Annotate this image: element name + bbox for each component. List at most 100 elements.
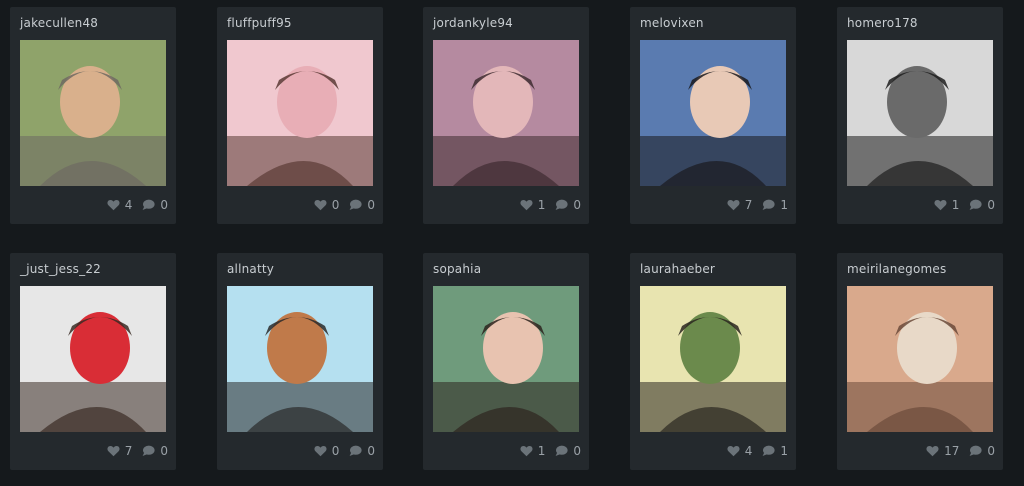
comment-count: 0 <box>160 198 168 212</box>
post-card[interactable]: melovixen 7 1 <box>630 7 796 224</box>
comment-button[interactable]: 0 <box>349 444 375 458</box>
comment-bubble-icon <box>555 445 568 456</box>
post-card[interactable]: allnatty 0 0 <box>217 253 383 470</box>
like-count: 7 <box>124 444 133 458</box>
username-link[interactable]: fluffpuff95 <box>227 16 292 30</box>
post-stats: 10 <box>514 198 581 212</box>
like-count: 17 <box>944 444 960 458</box>
like-count: 1 <box>537 444 546 458</box>
photo-image <box>640 40 786 186</box>
like-count: 1 <box>537 198 546 212</box>
photo-image <box>20 286 166 432</box>
comment-button[interactable]: 0 <box>969 444 995 458</box>
username-link[interactable]: homero178 <box>847 16 918 30</box>
photo-image <box>433 40 579 186</box>
post-photo[interactable] <box>433 40 579 186</box>
like-count: 1 <box>951 198 960 212</box>
post-stats: 41 <box>721 444 788 458</box>
like-button[interactable]: 4 <box>727 444 753 458</box>
heart-icon <box>926 445 939 457</box>
comment-count: 0 <box>573 444 581 458</box>
like-button[interactable]: 4 <box>107 198 132 212</box>
like-button[interactable]: 17 <box>926 444 959 458</box>
photo-image <box>640 286 786 432</box>
comment-button[interactable]: 0 <box>969 198 995 212</box>
post-photo[interactable] <box>847 40 993 186</box>
post-stats: 70 <box>101 444 168 458</box>
comment-count: 0 <box>160 444 168 458</box>
comment-bubble-icon <box>555 199 568 210</box>
post-photo[interactable] <box>20 40 166 186</box>
post-card[interactable]: laurahaeber 4 1 <box>630 253 796 470</box>
post-stats: 00 <box>308 198 375 212</box>
post-stats: 10 <box>928 198 995 212</box>
username-link[interactable]: laurahaeber <box>640 262 715 276</box>
username-link[interactable]: jordankyle94 <box>433 16 513 30</box>
username-link[interactable]: meirilanegomes <box>847 262 946 276</box>
comment-bubble-icon <box>142 199 155 210</box>
like-button[interactable]: 7 <box>727 198 753 212</box>
post-card[interactable]: meirilanegomes 17 0 <box>837 253 1003 470</box>
heart-icon <box>107 445 120 457</box>
username-link[interactable]: _just_jess_22 <box>20 262 101 276</box>
heart-icon <box>107 199 120 211</box>
post-card[interactable]: fluffpuff95 0 0 <box>217 7 383 224</box>
username-link[interactable]: melovixen <box>640 16 704 30</box>
comment-count: 0 <box>367 198 375 212</box>
like-count: 0 <box>331 444 340 458</box>
post-photo[interactable] <box>227 40 373 186</box>
comment-button[interactable]: 1 <box>762 198 788 212</box>
post-stats: 71 <box>721 198 788 212</box>
like-button[interactable]: 1 <box>520 444 546 458</box>
photo-image <box>847 40 993 186</box>
like-button[interactable]: 1 <box>520 198 546 212</box>
comment-bubble-icon <box>349 199 362 210</box>
comment-count: 0 <box>987 444 995 458</box>
like-button[interactable]: 1 <box>934 198 960 212</box>
username-link[interactable]: jakecullen48 <box>20 16 98 30</box>
post-photo[interactable] <box>847 286 993 432</box>
post-photo[interactable] <box>227 286 373 432</box>
heart-icon <box>314 199 327 211</box>
photo-image <box>20 40 166 186</box>
post-card[interactable]: _just_jess_22 7 0 <box>10 253 176 470</box>
heart-icon <box>520 445 533 457</box>
photo-image <box>227 286 373 432</box>
post-card[interactable]: jakecullen48 4 0 <box>10 7 176 224</box>
comment-count: 0 <box>987 198 995 212</box>
post-card[interactable]: jordankyle94 1 0 <box>423 7 589 224</box>
post-card[interactable]: sopahia 1 0 <box>423 253 589 470</box>
post-photo[interactable] <box>20 286 166 432</box>
heart-icon <box>314 445 327 457</box>
like-button[interactable]: 0 <box>314 444 340 458</box>
username-link[interactable]: allnatty <box>227 262 274 276</box>
post-photo[interactable] <box>433 286 579 432</box>
comment-button[interactable]: 1 <box>762 444 788 458</box>
comment-button[interactable]: 0 <box>555 444 581 458</box>
post-card[interactable]: homero178 1 0 <box>837 7 1003 224</box>
comment-bubble-icon <box>762 199 775 210</box>
like-count: 7 <box>744 198 753 212</box>
comment-bubble-icon <box>349 445 362 456</box>
photo-image <box>433 286 579 432</box>
heart-icon <box>520 199 533 211</box>
heart-icon <box>727 445 740 457</box>
comment-button[interactable]: 0 <box>349 198 375 212</box>
username-link[interactable]: sopahia <box>433 262 481 276</box>
photo-grid: jakecullen48 4 0 fluffpuff95 0 0 jordankyle94 1… <box>0 0 1024 486</box>
comment-count: 0 <box>367 444 375 458</box>
post-photo[interactable] <box>640 286 786 432</box>
comment-bubble-icon <box>142 445 155 456</box>
comment-bubble-icon <box>969 445 982 456</box>
post-photo[interactable] <box>640 40 786 186</box>
comment-button[interactable]: 0 <box>142 198 168 212</box>
like-count: 4 <box>744 444 753 458</box>
like-count: 0 <box>331 198 340 212</box>
like-button[interactable]: 7 <box>107 444 133 458</box>
comment-count: 0 <box>573 198 581 212</box>
like-button[interactable]: 0 <box>314 198 340 212</box>
comment-button[interactable]: 0 <box>555 198 581 212</box>
comment-bubble-icon <box>969 199 982 210</box>
post-stats: 00 <box>308 444 375 458</box>
comment-button[interactable]: 0 <box>142 444 168 458</box>
